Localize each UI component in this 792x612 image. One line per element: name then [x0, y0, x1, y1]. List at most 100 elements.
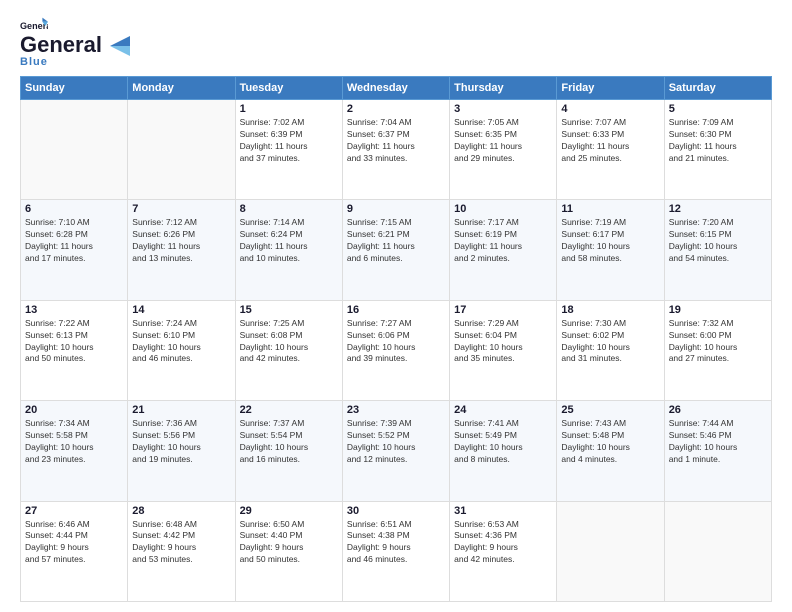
calendar-cell: 24 Sunrise: 7:41 AM Sunset: 5:49 PM Dayli… — [450, 401, 557, 501]
day-number: 5 — [669, 103, 767, 115]
day-number: 10 — [454, 203, 552, 215]
day-info: Sunrise: 7:02 AM Sunset: 6:39 PM Dayligh… — [240, 117, 338, 165]
day-info: Sunrise: 7:34 AM Sunset: 5:58 PM Dayligh… — [25, 418, 123, 466]
day-info: Sunrise: 7:41 AM Sunset: 5:49 PM Dayligh… — [454, 418, 552, 466]
calendar-week-row: 27 Sunrise: 6:46 AM Sunset: 4:44 PM Dayli… — [21, 501, 772, 601]
calendar-cell: 12 Sunrise: 7:20 AM Sunset: 6:15 PM Dayli… — [664, 200, 771, 300]
calendar-cell: 7 Sunrise: 7:12 AM Sunset: 6:26 PM Daylig… — [128, 200, 235, 300]
day-info: Sunrise: 7:07 AM Sunset: 6:33 PM Dayligh… — [561, 117, 659, 165]
day-info: Sunrise: 7:20 AM Sunset: 6:15 PM Dayligh… — [669, 217, 767, 265]
day-info: Sunrise: 7:04 AM Sunset: 6:37 PM Dayligh… — [347, 117, 445, 165]
day-info: Sunrise: 7:15 AM Sunset: 6:21 PM Dayligh… — [347, 217, 445, 265]
calendar-cell: 4Sunrise: 7:07 AM Sunset: 6:33 PM Daylig… — [557, 100, 664, 200]
calendar-cell: 23Sunrise: 7:39 AM Sunset: 5:52 PM Dayli… — [342, 401, 449, 501]
calendar-header-row: SundayMondayTuesdayWednesdayThursdayFrid… — [21, 77, 772, 100]
day-number: 15 — [240, 304, 338, 316]
day-info: Sunrise: 7:25 AM Sunset: 6:08 PM Dayligh… — [240, 318, 338, 366]
day-number: 14 — [132, 304, 230, 316]
calendar-cell: 9 Sunrise: 7:15 AM Sunset: 6:21 PM Daylig… — [342, 200, 449, 300]
day-number: 13 — [25, 304, 123, 316]
calendar-cell: 26Sunrise: 7:44 AM Sunset: 5:46 PM Dayli… — [664, 401, 771, 501]
day-number: 11 — [561, 203, 659, 215]
day-number: 28 — [132, 505, 230, 517]
day-info: Sunrise: 7:12 AM Sunset: 6:26 PM Dayligh… — [132, 217, 230, 265]
day-number: 8 — [240, 203, 338, 215]
day-info: Sunrise: 7:43 AM Sunset: 5:48 PM Dayligh… — [561, 418, 659, 466]
calendar-cell: 20 Sunrise: 7:34 AM Sunset: 5:58 PM Dayli… — [21, 401, 128, 501]
day-number: 26 — [669, 404, 767, 416]
day-info: Sunrise: 6:46 AM Sunset: 4:44 PM Dayligh… — [25, 519, 123, 567]
header: General General Blue — [20, 16, 772, 68]
calendar-cell: 14 Sunrise: 7:24 AM Sunset: 6:10 PM Dayli… — [128, 300, 235, 400]
calendar-weekday-sunday: Sunday — [21, 77, 128, 100]
day-number: 12 — [669, 203, 767, 215]
calendar-cell: 8Sunrise: 7:14 AM Sunset: 6:24 PM Daylig… — [235, 200, 342, 300]
day-info: Sunrise: 7:30 AM Sunset: 6:02 PM Dayligh… — [561, 318, 659, 366]
day-info: Sunrise: 6:51 AM Sunset: 4:38 PM Dayligh… — [347, 519, 445, 567]
calendar-weekday-friday: Friday — [557, 77, 664, 100]
day-number: 22 — [240, 404, 338, 416]
calendar-cell: 3Sunrise: 7:05 AM Sunset: 6:35 PM Daylig… — [450, 100, 557, 200]
calendar-cell: 19 Sunrise: 7:32 AM Sunset: 6:00 PM Dayli… — [664, 300, 771, 400]
calendar-cell — [557, 501, 664, 601]
calendar-week-row: 13 Sunrise: 7:22 AM Sunset: 6:13 PM Dayli… — [21, 300, 772, 400]
day-number: 21 — [132, 404, 230, 416]
calendar-weekday-thursday: Thursday — [450, 77, 557, 100]
calendar-cell: 1 Sunrise: 7:02 AM Sunset: 6:39 PM Daylig… — [235, 100, 342, 200]
day-info: Sunrise: 7:39 AM Sunset: 5:52 PM Dayligh… — [347, 418, 445, 466]
calendar-cell: 6Sunrise: 7:10 AM Sunset: 6:28 PM Daylig… — [21, 200, 128, 300]
day-info: Sunrise: 7:19 AM Sunset: 6:17 PM Dayligh… — [561, 217, 659, 265]
calendar-cell: 15 Sunrise: 7:25 AM Sunset: 6:08 PM Dayli… — [235, 300, 342, 400]
calendar-cell: 27 Sunrise: 6:46 AM Sunset: 4:44 PM Dayli… — [21, 501, 128, 601]
day-number: 20 — [25, 404, 123, 416]
day-number: 31 — [454, 505, 552, 517]
day-info: Sunrise: 6:53 AM Sunset: 4:36 PM Dayligh… — [454, 519, 552, 567]
logo-text: General — [20, 32, 142, 58]
day-number: 17 — [454, 304, 552, 316]
calendar-table: SundayMondayTuesdayWednesdayThursdayFrid… — [20, 76, 772, 602]
calendar-cell: 17 Sunrise: 7:29 AM Sunset: 6:04 PM Dayli… — [450, 300, 557, 400]
day-number: 2 — [347, 103, 445, 115]
calendar-cell: 16Sunrise: 7:27 AM Sunset: 6:06 PM Dayli… — [342, 300, 449, 400]
day-info: Sunrise: 7:24 AM Sunset: 6:10 PM Dayligh… — [132, 318, 230, 366]
calendar-weekday-monday: Monday — [128, 77, 235, 100]
calendar-cell: 28 Sunrise: 6:48 AM Sunset: 4:42 PM Dayli… — [128, 501, 235, 601]
page: General General Blue — [0, 0, 792, 612]
day-number: 1 — [240, 103, 338, 115]
day-info: Sunrise: 7:17 AM Sunset: 6:19 PM Dayligh… — [454, 217, 552, 265]
calendar-cell: 30Sunrise: 6:51 AM Sunset: 4:38 PM Dayli… — [342, 501, 449, 601]
calendar-cell — [21, 100, 128, 200]
calendar-cell: 10 Sunrise: 7:17 AM Sunset: 6:19 PM Dayli… — [450, 200, 557, 300]
day-info: Sunrise: 7:37 AM Sunset: 5:54 PM Dayligh… — [240, 418, 338, 466]
day-number: 29 — [240, 505, 338, 517]
calendar-cell: 29 Sunrise: 6:50 AM Sunset: 4:40 PM Dayli… — [235, 501, 342, 601]
day-info: Sunrise: 7:05 AM Sunset: 6:35 PM Dayligh… — [454, 117, 552, 165]
day-number: 24 — [454, 404, 552, 416]
calendar-cell: 22 Sunrise: 7:37 AM Sunset: 5:54 PM Dayli… — [235, 401, 342, 501]
day-number: 7 — [132, 203, 230, 215]
day-number: 25 — [561, 404, 659, 416]
day-info: Sunrise: 7:27 AM Sunset: 6:06 PM Dayligh… — [347, 318, 445, 366]
calendar-cell: 13 Sunrise: 7:22 AM Sunset: 6:13 PM Dayli… — [21, 300, 128, 400]
day-info: Sunrise: 7:10 AM Sunset: 6:28 PM Dayligh… — [25, 217, 123, 265]
day-info: Sunrise: 6:50 AM Sunset: 4:40 PM Dayligh… — [240, 519, 338, 567]
calendar-cell: 18 Sunrise: 7:30 AM Sunset: 6:02 PM Dayli… — [557, 300, 664, 400]
day-number: 9 — [347, 203, 445, 215]
day-info: Sunrise: 7:09 AM Sunset: 6:30 PM Dayligh… — [669, 117, 767, 165]
logo-wing-icon — [110, 36, 140, 56]
calendar-week-row: 1 Sunrise: 7:02 AM Sunset: 6:39 PM Daylig… — [21, 100, 772, 200]
day-info: Sunrise: 6:48 AM Sunset: 4:42 PM Dayligh… — [132, 519, 230, 567]
day-number: 19 — [669, 304, 767, 316]
calendar-cell: 21 Sunrise: 7:36 AM Sunset: 5:56 PM Dayli… — [128, 401, 235, 501]
calendar-week-row: 20 Sunrise: 7:34 AM Sunset: 5:58 PM Dayli… — [21, 401, 772, 501]
calendar-cell — [664, 501, 771, 601]
day-info: Sunrise: 7:32 AM Sunset: 6:00 PM Dayligh… — [669, 318, 767, 366]
day-info: Sunrise: 7:22 AM Sunset: 6:13 PM Dayligh… — [25, 318, 123, 366]
day-number: 27 — [25, 505, 123, 517]
day-info: Sunrise: 7:29 AM Sunset: 6:04 PM Dayligh… — [454, 318, 552, 366]
calendar-cell: 5 Sunrise: 7:09 AM Sunset: 6:30 PM Daylig… — [664, 100, 771, 200]
day-info: Sunrise: 7:36 AM Sunset: 5:56 PM Dayligh… — [132, 418, 230, 466]
calendar-week-row: 6Sunrise: 7:10 AM Sunset: 6:28 PM Daylig… — [21, 200, 772, 300]
logo: General General Blue — [20, 16, 142, 68]
day-number: 18 — [561, 304, 659, 316]
